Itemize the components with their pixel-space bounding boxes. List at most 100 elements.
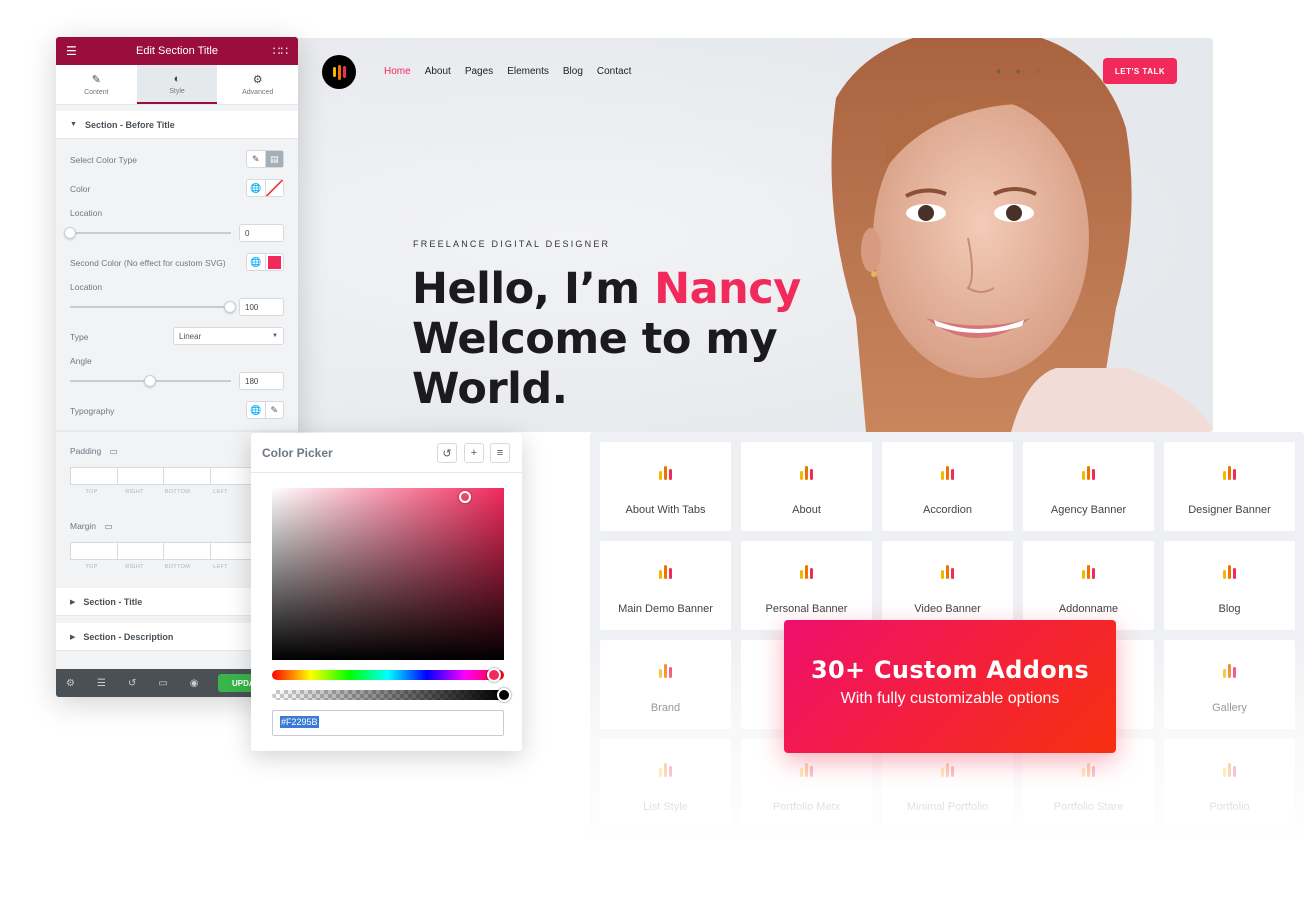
hue-slider[interactable] <box>272 670 504 680</box>
addon-card-label: Designer Banner <box>1188 504 1271 516</box>
tab-advanced-label: Advanced <box>242 89 274 96</box>
dim-left-label: LEFT <box>213 489 228 495</box>
panel-header: ☰ Edit Section Title ∷∷ <box>56 37 298 65</box>
nav-home[interactable]: Home <box>384 66 411 77</box>
nav-blog[interactable]: Blog <box>563 66 583 77</box>
linkedin-icon[interactable]: ● <box>1015 66 1020 76</box>
caret-down-icon: ▼ <box>70 121 77 128</box>
layers-icon[interactable]: ☰ <box>97 678 106 689</box>
addon-card[interactable]: Accordion <box>882 442 1013 531</box>
section-before-title-header[interactable]: ▼ Section - Before Title <box>56 111 298 139</box>
headline-greeting: Hello, I’m <box>412 264 655 314</box>
globe-icon[interactable]: 🌐 <box>247 180 265 196</box>
alpha-handle[interactable] <box>497 688 511 702</box>
site-logo[interactable] <box>322 55 356 89</box>
location-input[interactable]: 0 <box>239 224 284 242</box>
preview-eye-icon[interactable]: ◉ <box>190 678 199 689</box>
color-control[interactable]: 🌐 <box>246 179 284 197</box>
desktop-icon[interactable]: ▭ <box>104 521 112 531</box>
tab-content[interactable]: ✎ Content <box>56 65 137 104</box>
nav-elements[interactable]: Elements <box>507 66 549 77</box>
dim-right-label: RIGHT <box>125 489 144 495</box>
lets-talk-button[interactable]: LET'S TALK <box>1103 58 1177 84</box>
addon-card[interactable]: Designer Banner <box>1164 442 1295 531</box>
addon-card-label: About With Tabs <box>625 504 706 516</box>
brush-icon[interactable]: ✎ <box>247 151 265 167</box>
hue-handle[interactable] <box>487 668 501 682</box>
globe-icon[interactable]: 🌐 <box>247 402 265 418</box>
section-title-label: Section - Title <box>83 596 143 607</box>
library-stack-icon[interactable]: ≡ <box>490 443 510 463</box>
second-color-swatch[interactable] <box>264 254 284 270</box>
angle-label: Angle <box>70 356 92 366</box>
padding-inputs[interactable] <box>70 467 256 485</box>
tab-advanced[interactable]: ⚙ Advanced <box>217 65 298 104</box>
addon-logo-icon <box>941 466 954 480</box>
color-type-toggle[interactable]: ✎ ▤ <box>246 150 284 168</box>
second-color-control[interactable]: 🌐 <box>246 253 284 271</box>
gradient-icon[interactable]: ▤ <box>264 151 283 167</box>
addon-card-label: Blog <box>1218 603 1241 615</box>
location2-slider-track[interactable] <box>70 306 231 308</box>
panel-tabs: ✎ Content ◐ Style ⚙ Advanced <box>56 65 298 105</box>
widgets-grid-icon[interactable]: ∷∷ <box>273 44 288 58</box>
margin-left[interactable] <box>209 542 256 560</box>
addon-card-label: Agency Banner <box>1050 504 1127 516</box>
responsive-icon[interactable]: ▭ <box>158 678 167 689</box>
instagram-icon[interactable]: ○ <box>1035 66 1040 76</box>
dim-bottom-label: BOTTOM <box>164 564 191 570</box>
location2-label: Location <box>70 282 103 292</box>
addon-card[interactable]: About <box>741 442 872 531</box>
desktop-icon[interactable]: ▭ <box>110 446 118 456</box>
addon-card[interactable]: About With Tabs <box>600 442 731 531</box>
padding-top[interactable] <box>70 467 117 485</box>
settings-icon[interactable]: ⚙ <box>66 678 75 689</box>
location2-input[interactable]: 100 <box>239 298 284 316</box>
addon-logo-icon <box>659 466 672 480</box>
addon-card[interactable]: Personal Banner <box>741 541 872 630</box>
nav-about[interactable]: About <box>425 66 451 77</box>
saturation-area[interactable] <box>272 488 504 660</box>
social-links: ● ● ○ <box>996 66 1040 76</box>
menu-icon[interactable]: ☰ <box>66 44 77 58</box>
padding-bottom[interactable] <box>163 467 210 485</box>
addon-card-label: Main Demo Banner <box>618 603 713 615</box>
margin-bottom[interactable] <box>163 542 210 560</box>
margin-inputs[interactable] <box>70 542 256 560</box>
addon-card[interactable]: Video Banner <box>882 541 1013 630</box>
angle-input[interactable]: 180 <box>239 372 284 390</box>
promo-title: 30+ Custom Addons <box>810 656 1090 684</box>
location-slider-track[interactable] <box>70 232 231 234</box>
history-icon[interactable]: ↺ <box>128 678 136 689</box>
addon-card[interactable]: Main Demo Banner <box>600 541 731 630</box>
addon-card-label: Addonname <box>1058 603 1119 615</box>
tab-style[interactable]: ◐ Style <box>136 65 218 104</box>
addon-card[interactable]: Addonname <box>1023 541 1154 630</box>
nav-pages[interactable]: Pages <box>465 66 493 77</box>
saturation-handle[interactable] <box>459 491 471 503</box>
location2-slider-handle[interactable] <box>224 301 236 313</box>
padding-right[interactable] <box>116 467 163 485</box>
twitter-icon[interactable]: ● <box>996 66 1001 76</box>
color-swatch-empty[interactable] <box>264 180 283 196</box>
nav-contact[interactable]: Contact <box>597 66 631 77</box>
type-select[interactable]: Linear ▼ <box>173 327 284 345</box>
add-icon[interactable]: + <box>464 443 484 463</box>
addon-card[interactable]: Agency Banner <box>1023 442 1154 531</box>
section-before-title-label: Section - Before Title <box>84 119 175 130</box>
reset-icon[interactable]: ↺ <box>437 443 457 463</box>
addon-card[interactable]: Blog <box>1164 541 1295 630</box>
addon-card-label: Accordion <box>923 504 972 516</box>
hex-input[interactable]: #F2295B <box>272 710 504 736</box>
edit-pencil-icon[interactable]: ✎ <box>264 402 284 418</box>
location-slider-handle[interactable] <box>64 227 76 239</box>
addon-logo-icon <box>659 565 672 579</box>
typography-control[interactable]: 🌐 ✎ <box>246 401 284 419</box>
padding-left[interactable] <box>209 467 256 485</box>
second-color-label: Second Color (No effect for custom SVG) <box>70 258 226 268</box>
alpha-slider[interactable] <box>272 690 504 700</box>
globe-icon[interactable]: 🌐 <box>247 254 265 270</box>
angle-slider-handle[interactable] <box>144 375 156 387</box>
margin-right[interactable] <box>116 542 163 560</box>
margin-top[interactable] <box>70 542 117 560</box>
